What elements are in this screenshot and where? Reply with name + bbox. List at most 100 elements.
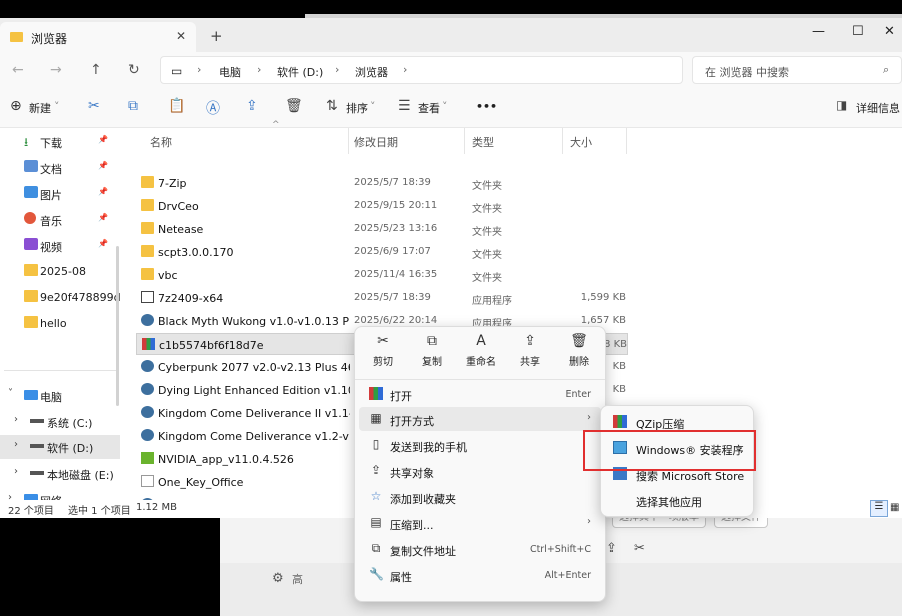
folder-icon	[141, 222, 154, 234]
back-button[interactable]: ←	[12, 62, 24, 78]
file-type: 文件夹	[472, 250, 502, 261]
compress-icon: ▤	[370, 515, 382, 529]
sidebar-item-drive-d[interactable]: › 软件 (D:)	[0, 435, 120, 459]
quick-action-delete[interactable]: 🗑 删除	[555, 333, 603, 368]
column-separator[interactable]	[464, 128, 465, 154]
navigation-pane: ⭳ 下载 📌 文档 📌 图片 📌 音乐 📌 视频 📌 2025-08 9e20f…	[0, 128, 120, 500]
details-button[interactable]: 详细信息	[856, 100, 900, 116]
sidebar-item-music[interactable]: 音乐 📌	[0, 208, 120, 232]
breadcrumb-pc[interactable]: 电脑	[219, 64, 241, 80]
sort-button[interactable]: 排序	[346, 100, 368, 116]
minimize-button[interactable]: —	[812, 24, 825, 39]
column-header-date[interactable]: 修改日期	[354, 134, 398, 150]
sidebar-item-hello[interactable]: hello	[0, 312, 120, 336]
view-button[interactable]: 查看	[418, 100, 440, 116]
menu-item-properties[interactable]: 🔧 属性 Alt+Enter	[359, 563, 601, 587]
quick-action-share[interactable]: ⇪ 共享	[506, 333, 554, 368]
chevron-right-icon[interactable]: ›	[14, 439, 18, 450]
paste-icon[interactable]: 📋	[168, 98, 185, 114]
chevron-right-icon[interactable]: ›	[14, 414, 18, 425]
sidebar-item-9e20f478899d[interactable]: 9e20f478899d	[0, 286, 120, 310]
maximize-button[interactable]: ☐	[852, 24, 864, 39]
search-icon[interactable]: ⌕	[883, 63, 889, 77]
sidebar-item-pc[interactable]: ˅ 电脑	[0, 384, 120, 408]
sidebar-item-drive-c[interactable]: › 系统 (C:)	[0, 410, 120, 434]
forward-button[interactable]: →	[50, 62, 62, 78]
chevron-right-icon: ›	[335, 63, 340, 76]
menu-item-compress[interactable]: ▤ 压缩到... ›	[359, 511, 601, 535]
menu-item-share-with[interactable]: ⇪ 共享对象	[359, 459, 601, 483]
copy-icon[interactable]: ⧉	[128, 98, 138, 114]
folder-icon	[141, 176, 154, 188]
sidebar-scrollbar[interactable]	[116, 246, 119, 406]
new-tab-button[interactable]: +	[210, 27, 223, 45]
delete-icon[interactable]: 🗑	[285, 98, 303, 114]
close-button[interactable]: ✕	[884, 24, 895, 39]
sidebar-item-downloads[interactable]: ⭳ 下载 📌	[0, 130, 120, 154]
sidebar-item-pictures[interactable]: 图片 📌	[0, 182, 120, 206]
submenu-item-label: 选择其他应用	[636, 496, 702, 509]
menu-item-copy-path[interactable]: ⧉ 复制文件地址 Ctrl+Shift+C	[359, 537, 601, 561]
column-header-size[interactable]: 大小	[570, 134, 592, 150]
table-row[interactable]: vbc 2025/11/4 16:35 文件夹	[136, 264, 628, 286]
tiles-view-button[interactable]: ▦	[890, 502, 899, 513]
rename-icon[interactable]: Ⓐ	[206, 98, 220, 118]
column-separator[interactable]	[348, 128, 349, 154]
table-row[interactable]: Netease 2025/5/23 13:16 文件夹	[136, 218, 628, 240]
tab-close-icon[interactable]: ✕	[176, 29, 186, 43]
chevron-right-icon[interactable]: ›	[8, 492, 12, 500]
breadcrumb-drive[interactable]: 软件 (D:)	[277, 64, 323, 80]
quick-action-label: 剪切	[373, 357, 393, 368]
quick-action-cut[interactable]: ✂ 剪切	[359, 333, 407, 368]
app-icon	[141, 383, 154, 395]
folder-icon	[24, 290, 38, 302]
up-button[interactable]: ↑	[90, 62, 102, 78]
menu-item-add-favorites[interactable]: ☆ 添加到收藏夹	[359, 485, 601, 509]
breadcrumb-folder[interactable]: 浏览器	[355, 64, 388, 80]
sidebar-item-label: 9e20f478899d	[40, 291, 120, 304]
phone-icon: ▯	[372, 437, 380, 451]
chevron-down-icon[interactable]: ˅	[8, 388, 13, 399]
new-button[interactable]: 新建	[29, 100, 51, 116]
column-header-type[interactable]: 类型	[472, 134, 494, 150]
refresh-button[interactable]: ↻	[128, 62, 140, 78]
sidebar-item-2025-08[interactable]: 2025-08	[0, 260, 120, 284]
copy-icon: ⧉	[427, 333, 437, 349]
sidebar-item-label: 电脑	[40, 391, 62, 404]
more-options-button[interactable]: •••	[476, 100, 497, 113]
chevron-right-icon[interactable]: ›	[14, 466, 18, 477]
menu-item-label: 发送到我的手机	[390, 441, 467, 454]
menu-item-open-with[interactable]: ▦ 打开方式 ›	[359, 407, 601, 431]
column-separator[interactable]	[626, 128, 627, 154]
computer-icon	[24, 390, 38, 400]
table-row[interactable]: 7-Zip 2025/5/7 18:39 文件夹	[136, 172, 628, 194]
column-separator[interactable]	[562, 128, 563, 154]
table-row[interactable]: DrvCeo 2025/9/15 20:11 文件夹	[136, 195, 628, 217]
tab-browser[interactable]: 浏览器 ✕	[0, 22, 196, 52]
menu-item-send-to-phone[interactable]: ▯ 发送到我的手机	[359, 433, 601, 457]
command-bar: ⊕ 新建 ˅ ✂ ⧉ 📋 Ⓐ ⇪ 🗑 ⇅ 排序 ˅ ☰ 查看 ˅ ••• ◨ 详…	[0, 90, 902, 128]
share-icon[interactable]: ⇪	[246, 98, 258, 114]
sidebar-item-label: 图片	[40, 189, 62, 202]
submenu-item-other-app[interactable]: 选择其他应用	[605, 488, 751, 512]
chevron-right-icon: ›	[587, 516, 591, 527]
sidebar-item-documents[interactable]: 文档 📌	[0, 156, 120, 180]
sidebar-item-drive-e[interactable]: › 本地磁盘 (E:)	[0, 462, 120, 486]
sidebar-item-network[interactable]: › 网络	[0, 488, 120, 500]
delete-icon: 🗑	[570, 333, 588, 349]
search-box[interactable]: 在 浏览器 中搜索 ⌕	[692, 56, 902, 84]
cut-icon[interactable]: ✂	[88, 98, 100, 114]
quick-action-rename[interactable]: A 重命名	[457, 333, 505, 368]
details-view-button[interactable]: ☰	[870, 500, 888, 517]
quick-action-copy[interactable]: ⧉ 复制	[408, 333, 456, 368]
column-header-name[interactable]: 名称	[150, 134, 172, 150]
drive-icon	[30, 444, 44, 448]
table-row[interactable]: scpt3.0.0.170 2025/6/9 17:07 文件夹	[136, 241, 628, 263]
chevron-right-icon: ›	[197, 63, 202, 76]
app-icon	[141, 429, 154, 441]
folder-icon	[24, 316, 38, 328]
sidebar-item-videos[interactable]: 视频 📌	[0, 234, 120, 258]
menu-item-open[interactable]: 打开 Enter	[359, 382, 601, 406]
address-bar[interactable]: ▭ › 电脑 › 软件 (D:) › 浏览器 ›	[160, 56, 683, 84]
table-row[interactable]: 7z2409-x64 2025/5/7 18:39 应用程序 1,599 KB	[136, 287, 628, 309]
